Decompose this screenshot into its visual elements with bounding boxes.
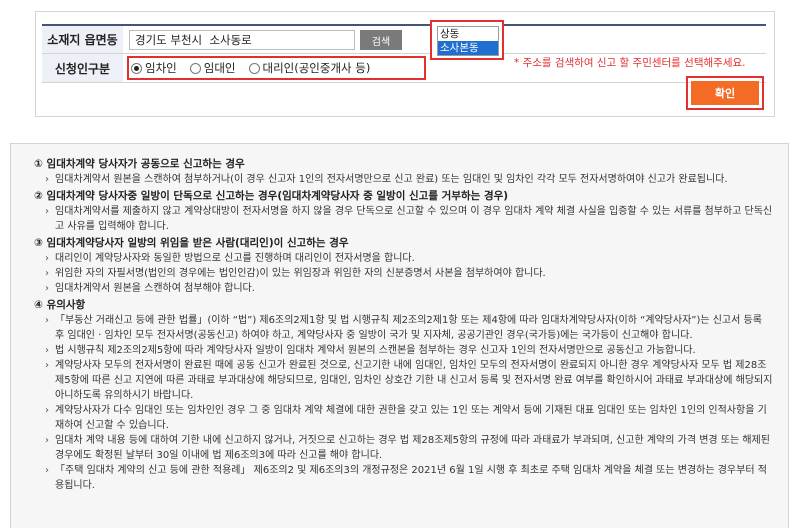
address-label: 소재지 읍면동 bbox=[42, 26, 123, 53]
report-form: 소재지 읍면동 검색 * 주소를 검색하여 신고 할 주민센터를 선택해주세요.… bbox=[35, 11, 775, 117]
guide-section-heading: ③ 임대차계약당사자 일방의 위임을 받은 사람(대리인)이 신고하는 경우 bbox=[34, 237, 349, 249]
dong-dropdown-highlight: 상동 소사본동 bbox=[430, 20, 504, 60]
radio-label: 임차인 bbox=[145, 61, 177, 75]
guide-list-item: 위임한 자의 자필서명(법인의 경우에는 법인인감)이 있는 위임장과 위임한 … bbox=[34, 266, 774, 281]
radio-button-icon[interactable] bbox=[131, 62, 142, 74]
guide-list-item: 법 시행규칙 제2조의2제5항에 따라 계약당사자 일방이 임대차 계약서 원본… bbox=[34, 343, 774, 358]
guide-list-item: 계약당사자가 다수 임대인 또는 임차인인 경우 그 중 임대차 계약 체결에 … bbox=[34, 403, 774, 433]
guide-content: ① 임대차계약 당사자가 공동으로 신고하는 경우임대차계약서 원본을 스캔하여… bbox=[34, 157, 774, 495]
guide-section-heading: ① 임대차계약 당사자가 공동으로 신고하는 경우 bbox=[34, 158, 245, 170]
guide-list-item: 대리인이 계약당사자와 동일한 방법으로 신고를 진행하며 대리인이 전자서명을… bbox=[34, 251, 774, 266]
radio-label: 임대인 bbox=[203, 61, 236, 75]
applicant-radio-option[interactable]: 대리인(공인중개사 등) bbox=[248, 60, 371, 76]
guide-list-item: 임대차 계약 내용 등에 대하여 기한 내에 신고하지 않거나, 거짓으로 신고… bbox=[34, 433, 774, 463]
applicant-row: 신청인구분 임차인 임대인 대리인(공인중개사 등) bbox=[42, 53, 766, 83]
radio-button-icon[interactable] bbox=[248, 62, 260, 74]
guide-section-heading: ② 임대차계약 당사자중 일방이 단독으로 신고하는 경우(임대차계약당사자 중… bbox=[34, 190, 509, 202]
dong-dropdown-list[interactable]: 상동 소사본동 bbox=[437, 26, 499, 56]
guide-list-item: 「주택 임대차 계약의 신고 등에 관한 적용례」 제6조의2 및 제6조의3의… bbox=[34, 463, 774, 493]
radio-label: 대리인(공인중개사 등) bbox=[262, 61, 371, 75]
guide-list-item: 임대차계약서 원본을 스캔하여 첨부하거나(이 경우 신고자 1인의 전자서명만… bbox=[34, 172, 774, 187]
confirm-highlight-box: 확인 bbox=[686, 76, 764, 110]
applicant-radio-option[interactable]: 임차인 bbox=[131, 60, 177, 76]
guide-list-item: 계약당사자 모두의 전자서명이 완료된 때에 공동 신고가 완료된 것으로, 신… bbox=[34, 358, 774, 403]
address-input[interactable] bbox=[129, 30, 355, 50]
guide-list-item: 「부동산 거래신고 등에 관한 법률」(이하 “법”) 제6조의2제1항 및 법… bbox=[34, 313, 774, 343]
guide-panel: ① 임대차계약 당사자가 공동으로 신고하는 경우임대차계약서 원본을 스캔하여… bbox=[10, 143, 789, 528]
dropdown-option[interactable]: 상동 bbox=[438, 27, 498, 41]
search-button[interactable]: 검색 bbox=[360, 30, 402, 50]
applicant-radio-group: 임차인 임대인 대리인(공인중개사 등) bbox=[131, 54, 383, 82]
confirm-button[interactable]: 확인 bbox=[691, 81, 759, 105]
dropdown-option[interactable]: 소사본동 bbox=[438, 41, 498, 55]
guide-section-heading: ④ 유의사항 bbox=[34, 299, 86, 311]
applicant-label: 신청인구분 bbox=[42, 54, 123, 82]
address-row: 소재지 읍면동 검색 * 주소를 검색하여 신고 할 주민센터를 선택해주세요. bbox=[42, 24, 766, 69]
guide-list-item: 임대차계약서 원본을 스캔하여 첨부해야 합니다. bbox=[34, 281, 774, 296]
applicant-radio-option[interactable]: 임대인 bbox=[189, 60, 236, 76]
radio-button-icon[interactable] bbox=[189, 62, 201, 74]
guide-list-item: 임대차계약서를 제출하지 않고 계약상대방이 전자서명을 하지 않을 경우 단독… bbox=[34, 204, 774, 234]
